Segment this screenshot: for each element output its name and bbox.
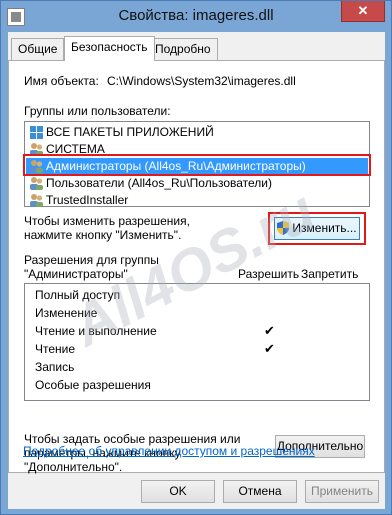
- change-hint-line1: Чтобы изменить разрешения,: [24, 214, 190, 228]
- permissions-label-line2: "Администраторы": [24, 267, 128, 281]
- properties-window: Свойства: imageres.dll ✕ Общие Безопасно…: [0, 0, 392, 515]
- change-button-label: Изменить...: [292, 221, 357, 235]
- users-icon: [30, 194, 43, 207]
- allow-checkmark: ✔: [264, 323, 275, 338]
- permission-row: Запись: [35, 360, 75, 374]
- security-tab-panel: Имя объекта: C:\Windows\System32\imagere…: [8, 60, 385, 474]
- tab-general[interactable]: Общие: [11, 38, 65, 60]
- window-title: Свойства: imageres.dll: [118, 7, 274, 24]
- change-hint-line2: нажмите кнопку "Изменить".: [24, 228, 182, 242]
- object-name-label: Имя объекта:: [24, 74, 99, 88]
- tab-security[interactable]: Безопасность: [64, 36, 155, 61]
- list-item-label: Пользователи (All4os_Ru\Пользователи): [46, 176, 273, 190]
- list-item-label: TrustedInstaller: [46, 193, 129, 207]
- list-item[interactable]: ВСЕ ПАКЕТЫ ПРИЛОЖЕНИЙ: [26, 124, 368, 141]
- permission-row: Полный доступ: [35, 288, 121, 302]
- cancel-button[interactable]: Отмена: [223, 480, 297, 503]
- allow-checkmark: ✔: [264, 341, 275, 356]
- tab-details[interactable]: Подробно: [148, 38, 218, 60]
- ok-button[interactable]: OK: [141, 480, 215, 503]
- app-packages-icon: [30, 126, 43, 139]
- users-icon: [30, 177, 43, 190]
- deny-column-header: Запретить: [301, 267, 359, 281]
- object-name-value: C:\Windows\System32\imageres.dll: [107, 74, 296, 88]
- permission-row: Чтение: [35, 342, 76, 356]
- permissions-label-line1: Разрешения для группы: [24, 253, 159, 267]
- allow-column-header: Разрешить: [238, 267, 300, 281]
- apply-button[interactable]: Применить: [305, 480, 379, 503]
- dialog-client-area: Общие Безопасность Подробно Имя объекта:…: [8, 32, 385, 509]
- permission-row: Чтение и выполнение: [35, 324, 157, 338]
- permission-row: Особые разрешения: [35, 378, 151, 392]
- permissions-list[interactable]: Полный доступ Изменение Чтение и выполне…: [24, 283, 370, 401]
- help-link[interactable]: Подробнее об управлении доступом и разре…: [23, 444, 315, 458]
- uac-shield-icon: [277, 221, 290, 235]
- advanced-hint-line3: "Дополнительно".: [24, 460, 123, 474]
- title-bar[interactable]: Свойства: imageres.dll ✕: [1, 1, 391, 32]
- highlight-frame-group: [23, 154, 371, 176]
- close-button[interactable]: ✕: [341, 1, 385, 22]
- list-item[interactable]: TrustedInstaller: [26, 192, 368, 209]
- list-item[interactable]: Пользователи (All4os_Ru\Пользователи): [26, 175, 368, 192]
- permission-row: Изменение: [35, 306, 98, 320]
- change-button[interactable]: Изменить...: [274, 217, 360, 240]
- groups-label: Группы или пользователи:: [24, 104, 171, 118]
- list-item-label: ВСЕ ПАКЕТЫ ПРИЛОЖЕНИЙ: [46, 125, 214, 139]
